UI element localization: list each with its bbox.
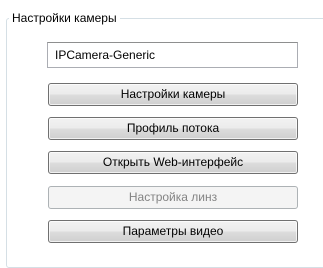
- lens-setup-button: Настройка линз: [48, 186, 298, 209]
- groupbox-title: Настройки камеры: [9, 10, 120, 26]
- camera-name-field[interactable]: [47, 42, 298, 68]
- video-parameters-button[interactable]: Параметры видео: [48, 220, 298, 243]
- camera-settings-button[interactable]: Настройки камеры: [48, 83, 298, 106]
- stream-profile-button[interactable]: Профиль потока: [48, 117, 298, 140]
- open-web-interface-button[interactable]: Открыть Web-интерфейс: [48, 151, 298, 174]
